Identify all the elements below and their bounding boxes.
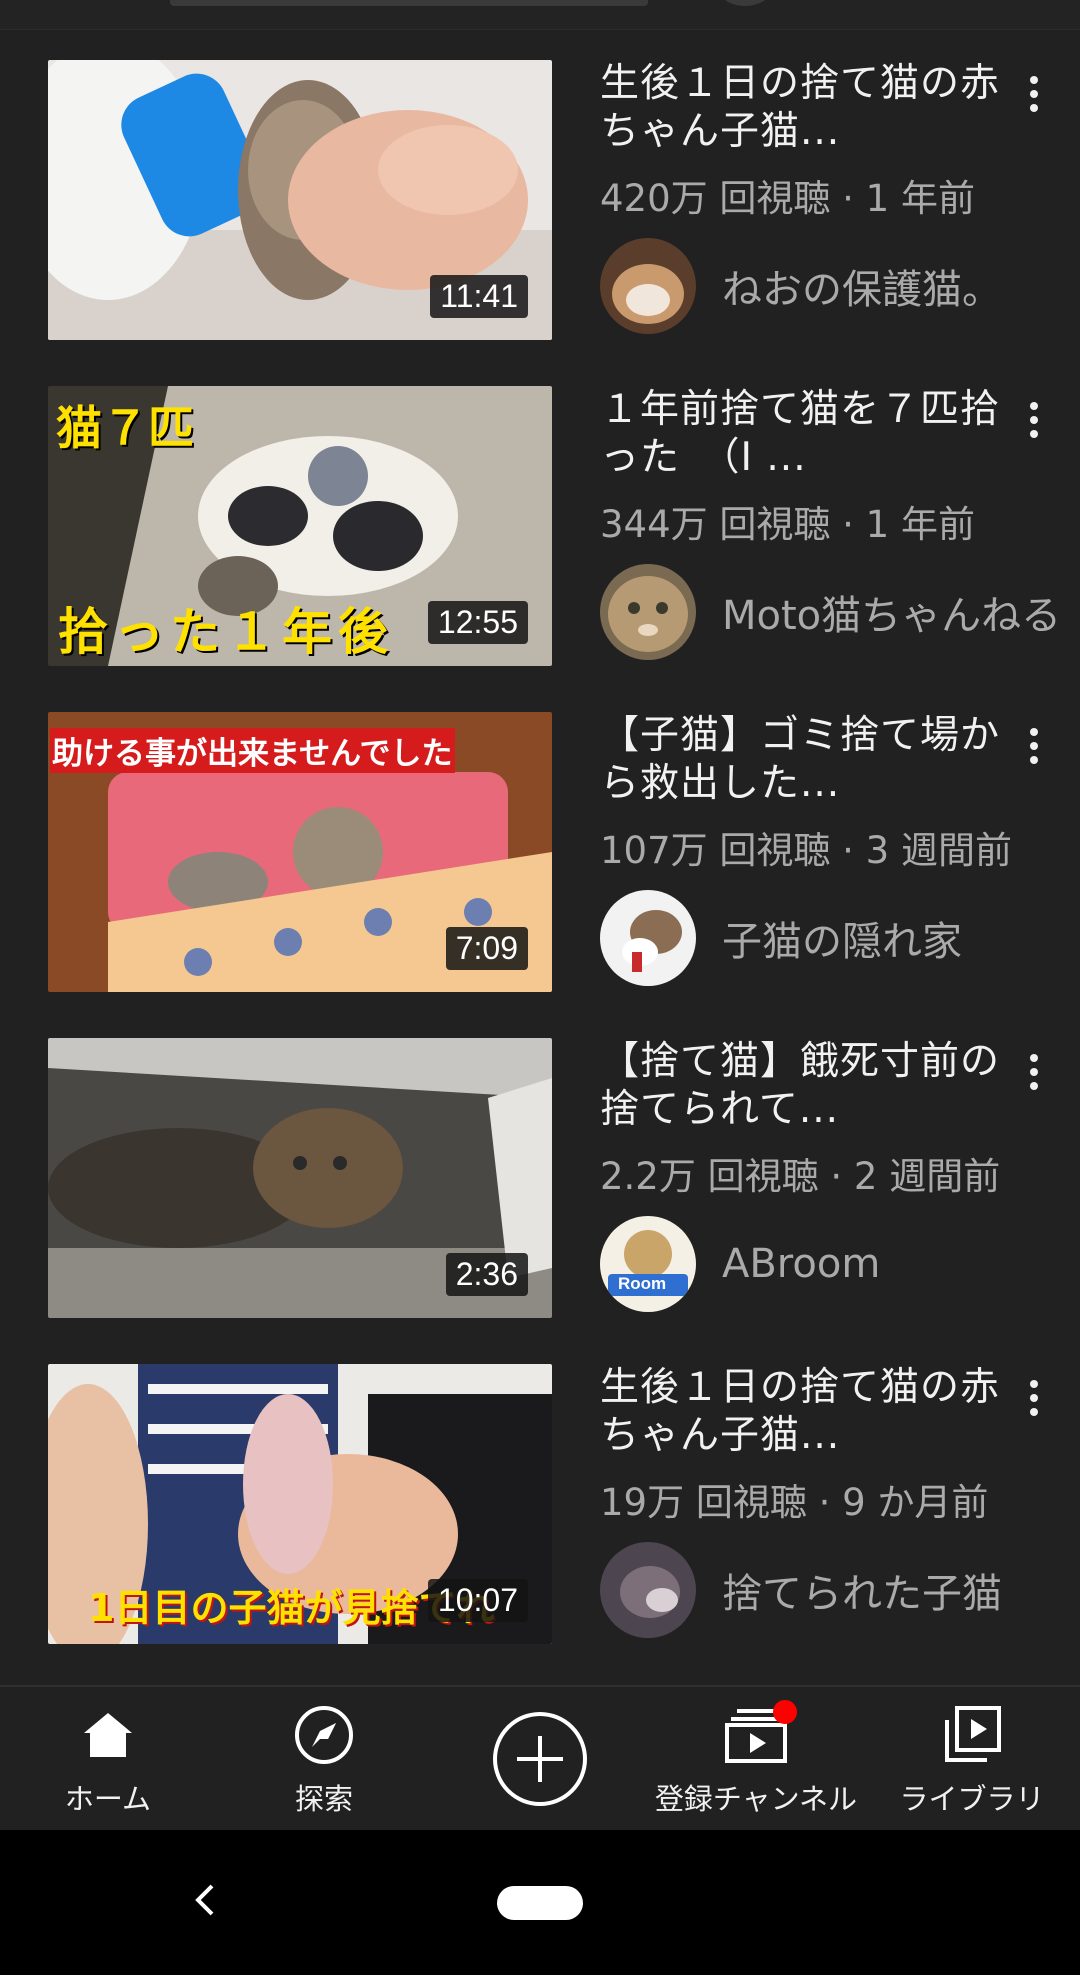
- video-title[interactable]: 【子猫】ゴミ捨て場から救出した...: [600, 712, 1000, 808]
- more-vert-icon: [1030, 402, 1038, 438]
- youtube-app: 11:41 生後１日の捨て猫の赤ちゃん子猫... 420万 回視聴 · 1 年前…: [0, 0, 1080, 1975]
- video-stats: 344万 回視聴 · 1 年前: [600, 503, 975, 546]
- video-meta: 【子猫】ゴミ捨て場から救出した... 107万 回視聴 · 3 週間前 子猫の隠…: [600, 712, 1012, 986]
- channel-avatar[interactable]: [600, 238, 696, 334]
- video-thumbnail[interactable]: 1日目の子猫が見捨てれ 10:07: [48, 1364, 552, 1644]
- video-duration: 7:09: [445, 927, 528, 970]
- video-duration: 10:07: [427, 1579, 528, 1622]
- channel-avatar[interactable]: [600, 564, 696, 660]
- notification-dot: [773, 1699, 797, 1724]
- video-stats: 420万 回視聴 · 1 年前: [600, 177, 975, 220]
- channel-row[interactable]: Moto猫ちゃんねる: [600, 564, 1061, 660]
- video-item[interactable]: 1日目の子猫が見捨てれ 10:07 生後１日の捨て猫の赤ちゃん子猫... 19万…: [0, 1334, 1080, 1660]
- more-vert-icon: [1030, 1380, 1038, 1416]
- video-item[interactable]: 11:41 生後１日の捨て猫の赤ちゃん子猫... 420万 回視聴 · 1 年前…: [0, 30, 1080, 356]
- nav-explore-label: 探索: [294, 1781, 353, 1816]
- nav-subscriptions[interactable]: 登録チャンネル: [648, 1687, 864, 1830]
- channel-name[interactable]: 捨てられた子猫: [722, 1561, 1002, 1619]
- thumbnail-caption-top: 猫７匹: [56, 401, 194, 455]
- library-icon: [945, 1705, 1001, 1762]
- video-item[interactable]: 猫７匹 拾った１年後 12:55 １年前捨て猫を７匹拾った （I ... 344…: [0, 356, 1080, 682]
- video-title[interactable]: 生後１日の捨て猫の赤ちゃん子猫...: [600, 1364, 1000, 1460]
- account-avatar[interactable]: [715, 0, 775, 6]
- search-bar[interactable]: [170, 0, 648, 6]
- system-back-button[interactable]: [190, 1880, 220, 1924]
- video-thumbnail[interactable]: 11:41: [48, 60, 552, 340]
- system-home-pill[interactable]: [497, 1886, 583, 1920]
- channel-row[interactable]: Room ABroom: [600, 1216, 1000, 1312]
- channel-row[interactable]: 捨てられた子猫: [600, 1542, 1002, 1638]
- nav-library[interactable]: ライブラリ: [864, 1687, 1080, 1830]
- more-vert-icon: [1030, 76, 1038, 112]
- back-chevron-icon: [195, 1884, 214, 1916]
- video-stats: 2.2万 回視聴 · 2 週間前: [600, 1155, 1001, 1198]
- video-duration: 2:36: [445, 1253, 528, 1296]
- compass-icon: [295, 1705, 353, 1764]
- video-thumbnail[interactable]: 2:36: [48, 1038, 552, 1318]
- channel-avatar-label: Room: [618, 1274, 667, 1293]
- nav-explore[interactable]: 探索: [216, 1687, 432, 1830]
- video-title[interactable]: １年前捨て猫を７匹拾った （I ...: [600, 386, 1000, 482]
- video-thumbnail[interactable]: 助ける事が出来ませんでした 7:09: [48, 712, 552, 992]
- channel-name[interactable]: ABroom: [722, 1241, 880, 1287]
- channel-name[interactable]: 子猫の隠れ家: [722, 909, 962, 967]
- video-thumbnail[interactable]: 猫７匹 拾った１年後 12:55: [48, 386, 552, 666]
- video-item[interactable]: 2:36 【捨て猫】餓死寸前の捨てられて... 2.2万 回視聴 · 2 週間前…: [0, 1008, 1080, 1334]
- video-meta: 生後１日の捨て猫の赤ちゃん子猫... 19万 回視聴 · 9 か月前 捨てられた…: [600, 1364, 1002, 1638]
- channel-row[interactable]: ねおの保護猫。: [600, 238, 1002, 334]
- more-options-button[interactable]: [1014, 1042, 1054, 1102]
- video-meta: １年前捨て猫を７匹拾った （I ... 344万 回視聴 · 1 年前 Moto…: [600, 386, 1061, 660]
- nav-home[interactable]: ホーム: [0, 1687, 216, 1830]
- more-vert-icon: [1030, 728, 1038, 764]
- channel-avatar[interactable]: Room: [600, 1216, 696, 1312]
- video-duration: 12:55: [427, 601, 528, 644]
- video-stats: 107万 回視聴 · 3 週間前: [600, 829, 1012, 872]
- channel-name[interactable]: ねおの保護猫。: [722, 257, 1002, 315]
- channel-name[interactable]: Moto猫ちゃんねる: [722, 583, 1061, 641]
- system-navigation-bar: [0, 1830, 1080, 1975]
- channel-avatar[interactable]: [600, 1542, 696, 1638]
- more-options-button[interactable]: [1014, 390, 1054, 450]
- video-title[interactable]: 生後１日の捨て猫の赤ちゃん子猫...: [600, 60, 1000, 156]
- more-options-button[interactable]: [1014, 64, 1054, 124]
- video-duration: 11:41: [430, 275, 528, 318]
- channel-avatar[interactable]: [600, 890, 696, 986]
- channel-row[interactable]: 子猫の隠れ家: [600, 890, 1000, 986]
- nav-subscriptions-label: 登録チャンネル: [654, 1781, 858, 1816]
- bottom-navigation: ホーム 探索 登録チャンネル ライブラリ: [0, 1685, 1080, 1830]
- more-options-button[interactable]: [1014, 1368, 1054, 1428]
- home-icon: [84, 1712, 132, 1757]
- thumbnail-caption-top: 助ける事が出来ませんでした: [50, 728, 455, 773]
- thumbnail-caption-bottom: 拾った１年後: [58, 603, 394, 661]
- top-app-bar: [0, 0, 1080, 30]
- more-options-button[interactable]: [1014, 716, 1054, 776]
- more-vert-icon: [1030, 1054, 1038, 1090]
- nav-library-label: ライブラリ: [899, 1781, 1045, 1816]
- video-meta: 【捨て猫】餓死寸前の捨てられて... 2.2万 回視聴 · 2 週間前 Room…: [600, 1038, 1000, 1312]
- create-plus-icon: [493, 1711, 587, 1806]
- nav-create[interactable]: [432, 1687, 648, 1830]
- video-meta: 生後１日の捨て猫の赤ちゃん子猫... 420万 回視聴 · 1 年前 ねおの保護…: [600, 60, 1002, 334]
- video-title[interactable]: 【捨て猫】餓死寸前の捨てられて...: [600, 1038, 1000, 1134]
- video-item[interactable]: 助ける事が出来ませんでした 7:09 【子猫】ゴミ捨て場から救出した... 10…: [0, 682, 1080, 1008]
- video-stats: 19万 回視聴 · 9 か月前: [600, 1481, 989, 1524]
- nav-home-label: ホーム: [64, 1781, 152, 1816]
